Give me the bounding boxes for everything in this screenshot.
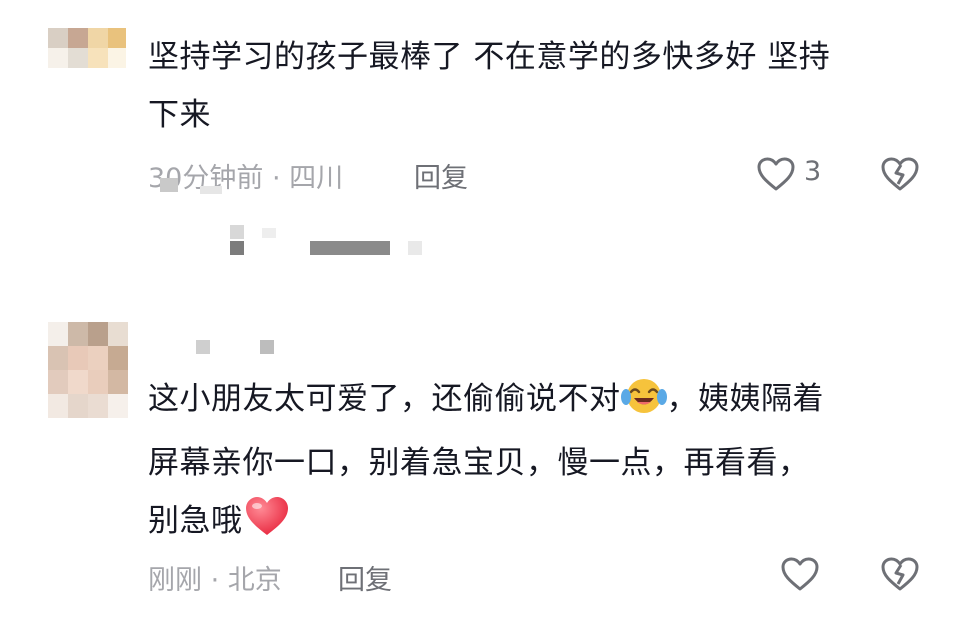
avatar[interactable] [48,322,128,418]
like-count: 3 [804,156,822,187]
comment-text-segment: ，姨姨隔着 [666,381,824,417]
comment-text: 坚持学习的孩子最棒了 不在意学的多快多好 坚持 下来 [148,28,928,144]
like-icon[interactable] [780,556,820,596]
like-icon[interactable] [756,156,796,196]
redaction-mosaic [230,241,244,255]
comment-text-line: 坚持学习的孩子最棒了 不在意学的多快多好 坚持 [148,39,831,75]
comment-text-line: 别急哦 [148,492,928,556]
redaction-mosaic [408,241,422,255]
laughing-crying-emoji-icon [620,375,667,434]
redaction-mosaic [160,178,178,192]
comment-text-line: 屏幕亲你一口，别着急宝贝，慢一点，再看看， [148,445,810,481]
redaction-mosaic [200,186,222,194]
username-redacted[interactable] [196,340,210,354]
username-redacted[interactable] [260,340,274,354]
comment-text: 这小朋友太可爱了，还偷偷说不对 ，姨姨隔着 屏幕亲你一口，别着急宝贝，慢一点，再… [148,370,928,556]
dislike-icon[interactable] [880,156,920,196]
avatar[interactable] [48,28,126,68]
comment-text-line: 这小朋友太可爱了，还偷偷说不对 ，姨姨隔着 [148,370,928,434]
dislike-icon[interactable] [880,556,920,596]
comment-meta: 刚刚 · 北京 [148,565,282,596]
redaction-mosaic [262,228,276,238]
reply-button[interactable]: 回复 [414,156,468,195]
redaction-mosaic [310,241,390,255]
redaction-mosaic [230,225,244,239]
comment-text-segment: 这小朋友太可爱了，还偷偷说不对 [148,381,621,417]
red-heart-emoji-icon [243,495,291,556]
comment-text-line: 下来 [148,97,211,133]
comment-text-segment: 别急哦 [148,503,243,539]
reply-button[interactable]: 回复 [338,558,392,597]
